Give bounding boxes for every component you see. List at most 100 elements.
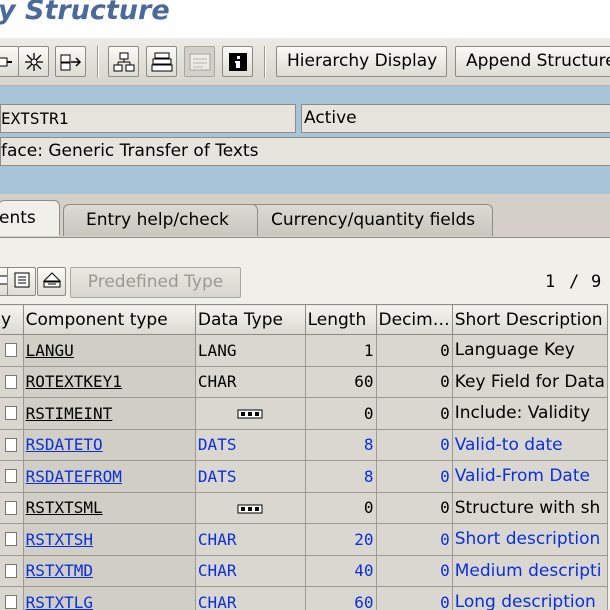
row-select-checkbox[interactable] [5, 563, 17, 578]
table-row[interactable]: LANGU LANG 1 0 Language Key [0, 334, 609, 367]
component-type-cell[interactable]: RSTXTLG [22, 586, 196, 610]
length-cell[interactable]: 60 [304, 586, 377, 610]
component-type-cell[interactable]: RSTXTMD [22, 554, 196, 587]
documentation-button[interactable] [184, 46, 215, 77]
length-cell[interactable]: 20 [304, 523, 377, 556]
navigate-button[interactable] [55, 46, 86, 77]
component-type-cell[interactable]: LANGU [22, 334, 196, 367]
row-select-checkbox[interactable] [5, 469, 17, 484]
component-type-cell[interactable]: RSTXTSH [22, 523, 196, 556]
component-type-link[interactable]: RSTXTSH [26, 530, 93, 549]
short-description-cell[interactable]: Key Field for Data [451, 365, 609, 398]
short-description-cell[interactable]: Language Key [451, 334, 609, 367]
row-selector[interactable] [0, 460, 24, 493]
length-cell[interactable]: 60 [304, 365, 377, 398]
delete-row-button[interactable] [7, 267, 36, 296]
column-header[interactable]: Component type [22, 304, 196, 335]
component-type-cell[interactable]: ROTEXTKEY1 [22, 365, 196, 398]
activate-button[interactable] [0, 46, 19, 77]
length-cell[interactable]: 40 [304, 554, 377, 587]
data-type-cell[interactable]: CHAR [194, 365, 306, 398]
short-description-cell[interactable]: Valid-From Date [451, 460, 609, 493]
tab-currency-quantity-fields[interactable]: Currency/quantity fields [248, 204, 493, 236]
tab-components[interactable]: ents [0, 200, 60, 236]
row-select-checkbox[interactable] [5, 500, 17, 515]
component-type-cell[interactable]: RSDATEFROM [22, 460, 196, 493]
short-description-cell[interactable]: Medium descripti [451, 554, 609, 587]
row-select-checkbox[interactable] [5, 595, 17, 610]
data-type-cell[interactable]: LANG [194, 334, 306, 367]
data-type-cell[interactable]: DATS [194, 460, 306, 493]
append-structure-button[interactable]: Append Structure [455, 46, 610, 77]
table-row[interactable]: RSTXTSH CHAR 20 0 Short description [0, 523, 609, 556]
row-selector[interactable] [0, 397, 24, 430]
length-cell[interactable]: 1 [304, 334, 377, 367]
component-type-link[interactable]: RSTXTLG [26, 593, 93, 610]
decimals-cell[interactable]: 0 [375, 523, 453, 556]
decimals-cell[interactable]: 0 [375, 460, 453, 493]
decimals-cell[interactable]: 0 [375, 586, 453, 610]
table-row[interactable]: RSTXTMD CHAR 40 0 Medium descripti [0, 554, 609, 587]
row-selector[interactable] [0, 523, 24, 556]
component-type-link[interactable]: RSTXTMD [26, 561, 93, 580]
table-row[interactable]: RSTIMEINT 0 0 Include: Validity [0, 397, 609, 430]
table-row[interactable]: ROTEXTKEY1 CHAR 60 0 Key Field for Data [0, 365, 609, 398]
component-type-cell[interactable]: RSTXTSML [22, 491, 196, 524]
short-description-cell[interactable]: Short description [451, 523, 609, 556]
table-row[interactable]: RSTXTLG CHAR 60 0 Long description [0, 586, 609, 610]
column-header[interactable]: Data Type [194, 304, 306, 335]
row-select-checkbox[interactable] [5, 406, 17, 421]
data-type-cell[interactable]: DATS [194, 428, 306, 461]
component-type-link[interactable]: RSDATETO [26, 435, 103, 454]
data-type-cell[interactable]: CHAR [194, 586, 306, 610]
where-used-button[interactable] [18, 46, 49, 77]
hierarchy-button[interactable] [108, 46, 139, 77]
expand-include-button[interactable] [37, 267, 66, 296]
short-description-cell[interactable]: Long description [451, 586, 609, 610]
structure-button[interactable] [146, 46, 177, 77]
decimals-cell[interactable]: 0 [375, 365, 453, 398]
column-header[interactable]: y [0, 304, 24, 335]
length-cell[interactable]: 0 [304, 491, 377, 524]
component-type-link[interactable]: LANGU [26, 341, 74, 360]
row-select-checkbox[interactable] [5, 374, 17, 389]
row-selector[interactable] [0, 491, 24, 524]
row-select-checkbox[interactable] [5, 532, 17, 547]
hierarchy-display-button[interactable]: Hierarchy Display [276, 46, 447, 77]
decimals-cell[interactable]: 0 [375, 491, 453, 524]
component-type-cell[interactable]: RSDATETO [22, 428, 196, 461]
short-description-field[interactable]: face: Generic Transfer of Texts [0, 137, 610, 166]
info-button[interactable] [222, 46, 253, 77]
row-selector[interactable] [0, 365, 24, 398]
structure-name-field[interactable]: EXTSTR1 [0, 104, 296, 133]
component-type-link[interactable]: ROTEXTKEY1 [26, 372, 122, 391]
table-row[interactable]: RSDATEFROM DATS 8 0 Valid-From Date [0, 460, 609, 493]
short-description-cell[interactable]: Structure with sh [451, 491, 609, 524]
row-select-checkbox[interactable] [5, 437, 17, 452]
table-row[interactable]: RSTXTSML 0 0 Structure with sh [0, 491, 609, 524]
table-row[interactable]: RSDATETO DATS 8 0 Valid-to date [0, 428, 609, 461]
data-type-cell[interactable]: CHAR [194, 554, 306, 587]
row-selector[interactable] [0, 334, 24, 367]
component-type-link[interactable]: RSDATEFROM [26, 467, 122, 486]
data-type-cell[interactable] [194, 397, 306, 430]
decimals-cell[interactable]: 0 [375, 334, 453, 367]
column-header[interactable]: Length [304, 304, 377, 335]
column-header[interactable]: Decim… [375, 304, 453, 335]
short-description-cell[interactable]: Valid-to date [451, 428, 609, 461]
tab-entry-help-check[interactable]: Entry help/check [63, 204, 258, 236]
length-cell[interactable]: 8 [304, 460, 377, 493]
component-type-link[interactable]: RSTIMEINT [26, 404, 113, 423]
row-select-checkbox[interactable] [5, 343, 17, 358]
row-selector[interactable] [0, 554, 24, 587]
component-type-link[interactable]: RSTXTSML [26, 498, 103, 517]
length-cell[interactable]: 8 [304, 428, 377, 461]
predefined-type-button[interactable]: Predefined Type [70, 267, 241, 298]
length-cell[interactable]: 0 [304, 397, 377, 430]
component-type-cell[interactable]: RSTIMEINT [22, 397, 196, 430]
row-selector[interactable] [0, 586, 24, 610]
decimals-cell[interactable]: 0 [375, 397, 453, 430]
row-selector[interactable] [0, 428, 24, 461]
decimals-cell[interactable]: 0 [375, 428, 453, 461]
decimals-cell[interactable]: 0 [375, 554, 453, 587]
